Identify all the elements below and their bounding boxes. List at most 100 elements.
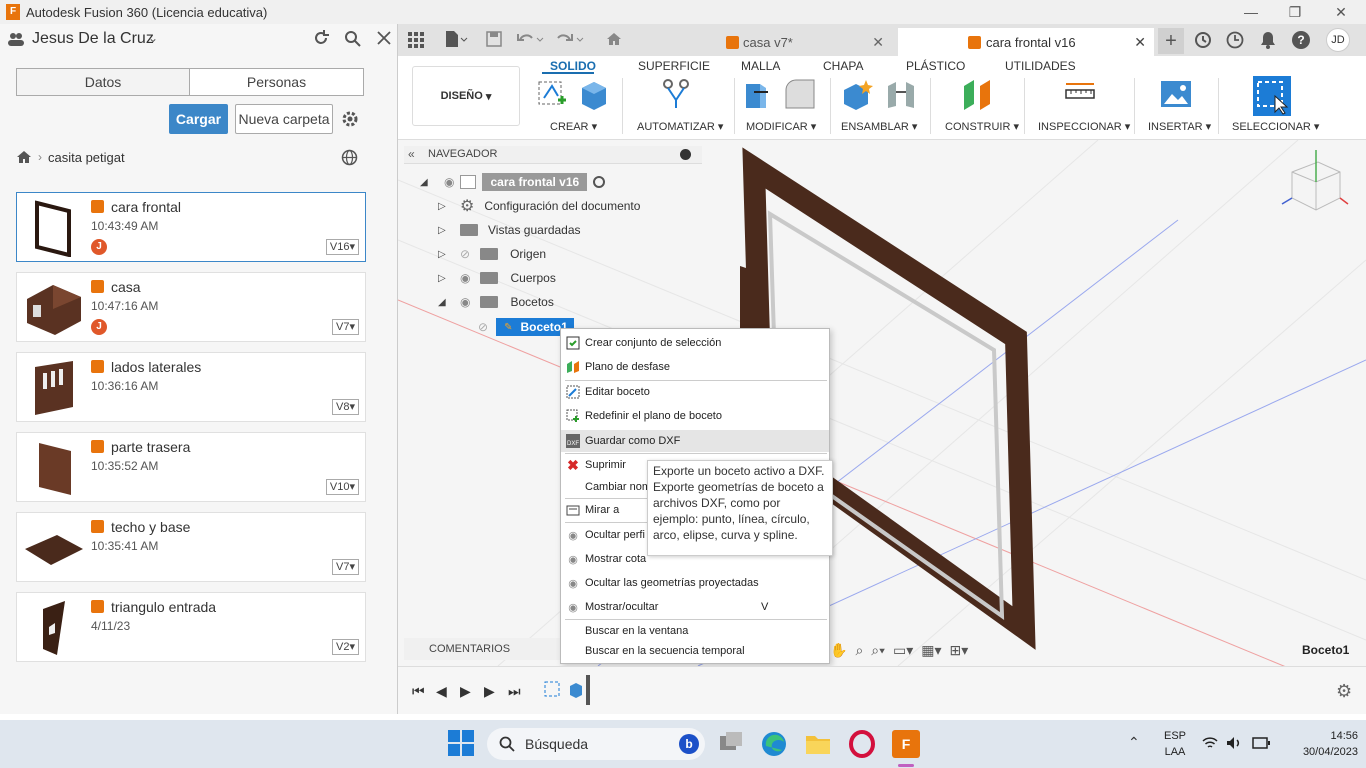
- minimize-navigator-icon[interactable]: [680, 149, 691, 160]
- tab-cara-frontal[interactable]: cara frontal v16 ✕: [898, 28, 1154, 56]
- collapse-triangle-icon[interactable]: ◢: [438, 297, 452, 308]
- group-inspect[interactable]: INSPECCIONAR ▾: [1038, 120, 1130, 133]
- new-folder-button[interactable]: Nueva carpeta: [235, 104, 333, 134]
- version-dropdown[interactable]: V16▾: [325, 239, 359, 255]
- apps-grid-icon[interactable]: [408, 32, 424, 48]
- file-menu-icon[interactable]: [444, 30, 468, 48]
- version-dropdown[interactable]: V8▾: [332, 399, 359, 415]
- timeline-play-icon[interactable]: ▶: [460, 683, 471, 700]
- expand-triangle-icon[interactable]: ▷: [438, 249, 452, 260]
- timeline-end-icon[interactable]: ⏭: [508, 683, 521, 700]
- 3d-viewport[interactable]: [398, 140, 1366, 666]
- select-icon[interactable]: [1253, 76, 1291, 116]
- offset-plane-icon[interactable]: [962, 78, 994, 110]
- language-indicator[interactable]: ESP LAA: [1160, 728, 1190, 760]
- fit-icon[interactable]: ⌕▾: [871, 642, 885, 659]
- file-card[interactable]: lados laterales 10:36:16 AM V8▾: [16, 352, 366, 422]
- edge-browser-icon[interactable]: [760, 730, 788, 758]
- fusion-taskbar-icon[interactable]: F: [892, 730, 920, 758]
- tab-utilidades[interactable]: UTILIDADES: [1005, 59, 1076, 73]
- group-create[interactable]: CREAR ▾: [550, 120, 597, 133]
- expand-triangle-icon[interactable]: ▷: [438, 225, 452, 236]
- eye-icon[interactable]: ◉: [460, 271, 470, 285]
- activate-radio-icon[interactable]: [593, 176, 606, 188]
- version-dropdown[interactable]: V2▾: [332, 639, 359, 655]
- group-modify[interactable]: MODIFICAR ▾: [746, 120, 816, 133]
- collapse-triangle-icon[interactable]: ◢: [420, 177, 430, 188]
- tab-plastico[interactable]: PLÁSTICO: [906, 59, 965, 73]
- undo-icon[interactable]: [516, 30, 544, 48]
- menu-item-offset-plane[interactable]: Plano de desfase: [561, 356, 829, 378]
- close-button[interactable]: ✕: [1318, 0, 1364, 24]
- home-icon[interactable]: [16, 150, 32, 164]
- file-card[interactable]: cara frontal 10:43:49 AM J V16▾: [16, 192, 366, 262]
- group-insert[interactable]: INSERTAR ▾: [1148, 120, 1211, 133]
- eye-icon[interactable]: ◉: [460, 295, 470, 309]
- sync-icon[interactable]: [1194, 31, 1212, 49]
- search-icon[interactable]: [344, 30, 361, 47]
- timeline-sketch-feature-icon[interactable]: [544, 681, 562, 699]
- version-dropdown[interactable]: V7▾: [332, 559, 359, 575]
- collapse-navigator-icon[interactable]: «: [408, 147, 415, 161]
- clock[interactable]: 14:56 30/04/2023: [1278, 728, 1358, 760]
- close-panel-icon[interactable]: [376, 30, 392, 46]
- menu-item-redefine-plane[interactable]: Redefinir el plano de boceto: [561, 405, 829, 427]
- bell-icon[interactable]: [1260, 31, 1276, 49]
- joint-icon[interactable]: [886, 78, 916, 110]
- expand-triangle-icon[interactable]: ▷: [438, 201, 452, 212]
- chevron-down-icon[interactable]: ⌄: [148, 31, 158, 45]
- tab-solido[interactable]: SOLIDO: [550, 59, 596, 73]
- pan-icon[interactable]: ✋: [830, 642, 847, 659]
- eye-hidden-icon[interactable]: ⊘: [460, 247, 470, 261]
- file-explorer-icon[interactable]: [804, 730, 832, 758]
- wifi-icon[interactable]: [1202, 736, 1218, 750]
- tree-root[interactable]: ◢ ◉ cara frontal v16: [420, 172, 606, 192]
- breadcrumb-folder[interactable]: casita petigat: [48, 150, 125, 165]
- upload-button[interactable]: Cargar: [169, 104, 228, 134]
- menu-item-hide-projected[interactable]: ◉ Ocultar las geometrías proyectadas: [561, 572, 829, 594]
- tab-superficie[interactable]: SUPERFICIE: [638, 59, 710, 73]
- tab-casa[interactable]: casa v7* ✕: [638, 28, 892, 56]
- tree-item-bodies[interactable]: ▷ ◉ Cuerpos: [438, 268, 556, 288]
- menu-item-find-in-timeline[interactable]: Buscar en la secuencia temporal: [561, 640, 829, 662]
- insert-image-icon[interactable]: [1160, 78, 1192, 110]
- version-dropdown[interactable]: V7▾: [332, 319, 359, 335]
- opera-browser-icon[interactable]: [848, 730, 876, 758]
- chevron-up-icon[interactable]: ⌃: [1128, 734, 1140, 751]
- tab-chapa[interactable]: CHAPA: [823, 59, 863, 73]
- zoom-icon[interactable]: ⌕: [855, 642, 863, 659]
- job-status-icon[interactable]: [1226, 31, 1244, 49]
- globe-icon[interactable]: [341, 149, 358, 166]
- workspace-dropdown[interactable]: DISEÑO ▾: [412, 66, 520, 126]
- group-automate[interactable]: AUTOMATIZAR ▾: [637, 120, 723, 133]
- redo-icon[interactable]: [556, 30, 584, 48]
- press-pull-icon[interactable]: [742, 78, 772, 110]
- group-assemble[interactable]: ENSAMBLAR ▾: [841, 120, 917, 133]
- file-card[interactable]: techo y base 10:35:41 AM V7▾: [16, 512, 366, 582]
- timeline-extrude-feature-icon[interactable]: [568, 681, 584, 699]
- timeline-next-icon[interactable]: ▶: [484, 683, 495, 700]
- close-tab-icon[interactable]: ✕: [1134, 34, 1146, 51]
- save-icon[interactable]: [486, 31, 502, 47]
- help-icon[interactable]: ?: [1292, 31, 1310, 49]
- timeline-settings-icon[interactable]: ⚙: [1336, 681, 1352, 702]
- gear-icon[interactable]: [341, 110, 359, 128]
- tree-item-saved-views[interactable]: ▷ Vistas guardadas: [438, 220, 581, 240]
- version-dropdown[interactable]: V10▾: [325, 479, 359, 495]
- eye-hidden-icon[interactable]: ⊘: [478, 320, 488, 334]
- team-icon[interactable]: [8, 32, 24, 46]
- timeline-start-icon[interactable]: ⏮: [412, 683, 425, 700]
- menu-item-find-in-window[interactable]: Buscar en la ventana: [561, 620, 829, 642]
- battery-icon[interactable]: [1252, 737, 1270, 749]
- viewports-icon[interactable]: ⊞▾: [950, 642, 969, 659]
- display-settings-icon[interactable]: ▭▾: [893, 642, 913, 659]
- file-card[interactable]: parte trasera 10:35:52 AM V10▾: [16, 432, 366, 502]
- measure-icon[interactable]: [1064, 78, 1096, 110]
- tab-malla[interactable]: MALLA: [741, 59, 780, 73]
- user-name[interactable]: Jesus De la Cruz: [32, 30, 154, 48]
- tree-item-sketches[interactable]: ◢ ◉ Bocetos: [438, 292, 554, 312]
- file-card[interactable]: triangulo entrada 4/11/23 V2▾: [16, 592, 366, 662]
- grid-icon[interactable]: ▦▾: [921, 642, 941, 659]
- create-sketch-icon[interactable]: [538, 78, 568, 110]
- tree-item-origin[interactable]: ▷ ⊘ Origen: [438, 244, 546, 264]
